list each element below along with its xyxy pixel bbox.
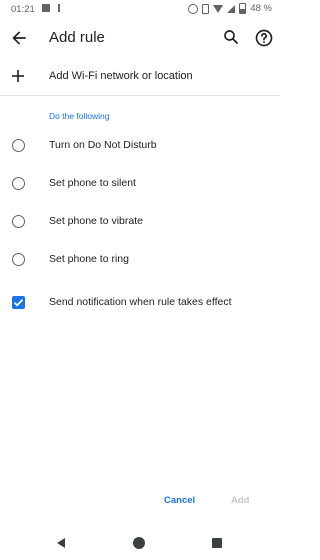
status-icons: 48 % [188, 3, 272, 14]
status-bar: 01:21 48 % [0, 0, 280, 18]
nav-recents-icon[interactable] [212, 538, 222, 548]
download-icon [58, 4, 60, 12]
add-wifi-location-label: Add Wi-Fi network or location [49, 70, 193, 82]
add-wifi-location-row[interactable]: Add Wi-Fi network or location [0, 60, 280, 94]
battery-icon [239, 3, 247, 14]
navigation-bar [0, 528, 280, 560]
section-header: Do the following [49, 111, 110, 121]
option-silent[interactable]: Set phone to silent [0, 167, 280, 201]
app-bar: Add rule [0, 18, 280, 58]
alarm-icon [188, 3, 199, 14]
option-vibrate[interactable]: Set phone to vibrate [0, 205, 280, 239]
option-ring[interactable]: Set phone to ring [0, 243, 280, 277]
send-notification-label: Send notification when rule takes effect [49, 296, 232, 308]
vibrate-icon [202, 3, 210, 14]
option-do-not-disturb[interactable]: Turn on Do Not Disturb [0, 129, 280, 163]
option-label: Set phone to ring [49, 253, 129, 265]
signal-icon [227, 4, 236, 13]
notification-checkbox[interactable] [12, 296, 25, 309]
nav-home-icon[interactable] [133, 537, 145, 549]
radio-button[interactable] [12, 253, 25, 266]
back-arrow-icon[interactable] [9, 28, 29, 48]
option-label: Set phone to vibrate [49, 215, 143, 227]
option-label: Turn on Do Not Disturb [49, 139, 157, 151]
add-button[interactable]: Add [231, 495, 249, 506]
cancel-button[interactable]: Cancel [164, 495, 195, 506]
divider [0, 95, 280, 96]
nav-back-icon[interactable] [57, 538, 65, 548]
search-icon[interactable] [222, 28, 240, 46]
option-label: Set phone to silent [49, 177, 136, 189]
radio-button[interactable] [12, 177, 25, 190]
radio-button[interactable] [12, 215, 25, 228]
page-title: Add rule [49, 29, 105, 46]
wifi-icon [213, 4, 224, 13]
battery-percent: 48 % [250, 3, 272, 14]
plus-icon [11, 69, 25, 83]
photo-icon [42, 4, 50, 12]
help-icon[interactable] [254, 28, 274, 48]
radio-button[interactable] [12, 139, 25, 152]
status-time: 01:21 [11, 4, 35, 15]
send-notification-row[interactable]: Send notification when rule takes effect [0, 287, 280, 321]
